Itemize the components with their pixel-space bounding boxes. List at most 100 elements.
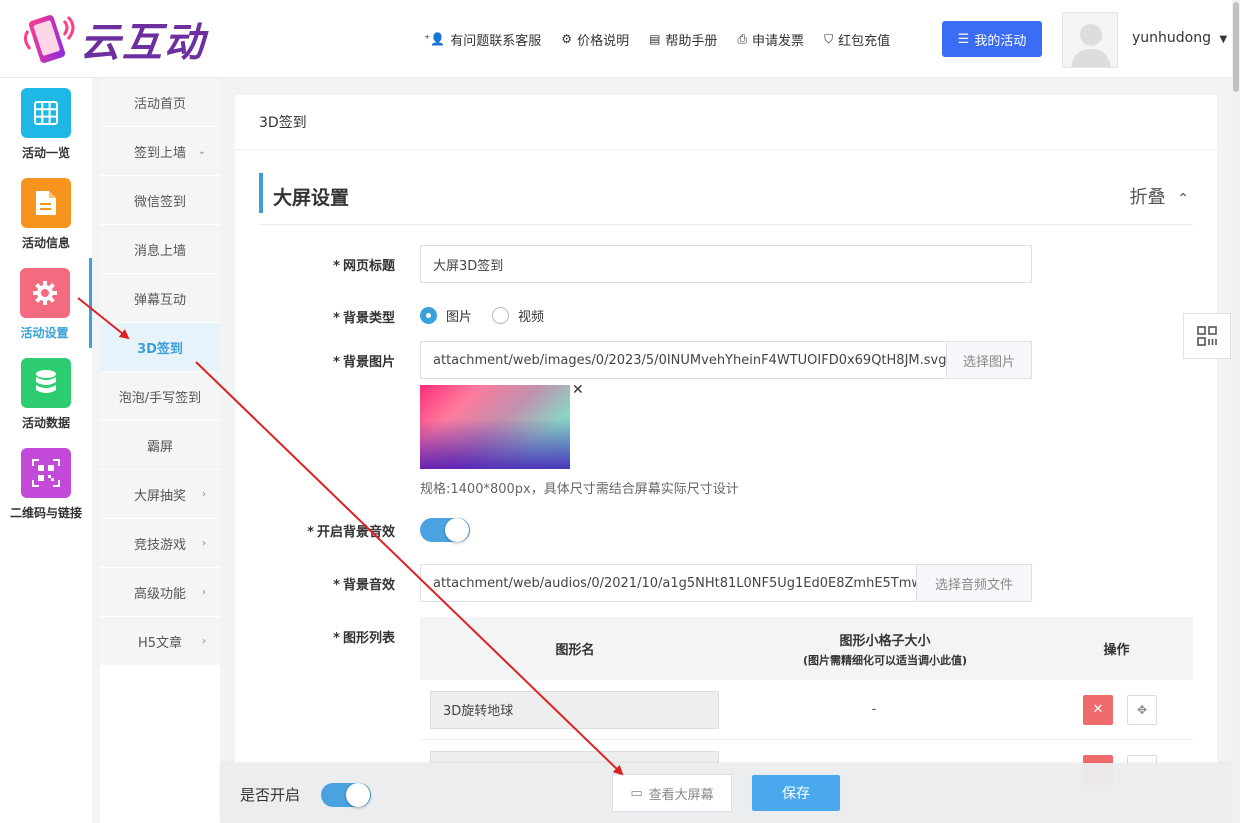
- choose-audio-button[interactable]: 选择音频文件: [917, 564, 1032, 602]
- enable-toggle[interactable]: [321, 783, 371, 807]
- shape-size-value: -: [871, 702, 877, 717]
- page-title-input[interactable]: 大屏3D签到: [420, 245, 1032, 283]
- submenu-lottery[interactable]: 大屏抽奖 ›: [100, 470, 220, 519]
- nav-redpacket-recharge[interactable]: ⛉ 红包充值: [824, 30, 890, 49]
- sidebar-label: 活动设置: [20, 326, 69, 340]
- my-activity-label: 我的活动: [974, 33, 1027, 49]
- top-header: 云互动 ⁺👤 有问题联系客服 ⚙ 价格说明 ▤ 帮助手册 ⎙ 申请发票 ⛉ 红包充值 ☰ …: [0, 0, 1240, 78]
- section-accent-bar: [259, 173, 263, 213]
- avatar[interactable]: [1062, 12, 1118, 68]
- scrollbar-thumb[interactable]: [1233, 2, 1239, 92]
- bg-image-label: * 背景图片: [333, 355, 395, 370]
- gear-icon: ⚙: [561, 32, 573, 46]
- logo-text: 云互动: [80, 20, 206, 66]
- nav-contact-support[interactable]: ⁺👤 有问题联系客服: [424, 30, 541, 49]
- bg-image-preview: [420, 385, 570, 469]
- top-nav: ⁺👤 有问题联系客服 ⚙ 价格说明 ▤ 帮助手册 ⎙ 申请发票 ⛉ 红包充值: [424, 22, 910, 56]
- sidebar-item-activity-settings[interactable]: 活动设置: [0, 258, 92, 348]
- icon-sidebar: 活动一览 活动信息 活动设置 活动数据 二维码与链接: [0, 78, 92, 823]
- submenu-screen-takeover[interactable]: 霸屏: [100, 421, 220, 470]
- logo[interactable]: 云互动: [20, 10, 206, 68]
- submenu-3d-signin[interactable]: 3D签到: [100, 323, 220, 372]
- drag-handle-button[interactable]: ✥: [1127, 694, 1157, 725]
- nav-label: 红包充值: [838, 33, 891, 49]
- sidebar-item-qrcode-links[interactable]: 二维码与链接: [0, 438, 92, 528]
- submenu-bubble-signin[interactable]: 泡泡/手写签到: [100, 372, 220, 421]
- shape-name-input[interactable]: 3D旋转地球: [430, 690, 719, 729]
- database-icon: [21, 358, 71, 408]
- fold-label: 折叠: [1129, 187, 1166, 208]
- username-dropdown[interactable]: yunhudong ▼: [1132, 30, 1227, 46]
- submenu-label: 消息上墙: [133, 243, 186, 259]
- fold-toggle[interactable]: 折叠 ⌃: [1130, 183, 1189, 209]
- radio-dot: [492, 307, 509, 324]
- submenu-label: 高级功能: [133, 586, 186, 602]
- sub-menu: 活动首页 签到上墙 ⌄ 微信签到 消息上墙 弹幕互动 3D签到 泡泡/手写签到 霸…: [100, 78, 220, 823]
- submenu-h5-article[interactable]: H5文章 ›: [100, 617, 220, 666]
- submenu-message-wall[interactable]: 消息上墙: [100, 225, 220, 274]
- sidebar-label: 活动数据: [21, 416, 70, 430]
- main-panel: 3D签到 大屏设置 折叠 ⌃ * 网页标题 大屏3D签到 * 背景类型 图片 视频 …: [235, 95, 1217, 800]
- submenu-label: 签到上墙: [133, 145, 186, 161]
- col-cell-size-title: 图形小格子大小: [839, 633, 931, 649]
- bg-image-hint: 规格:1400*800px，具体尺寸需结合屏幕实际尺寸设计: [420, 482, 739, 497]
- my-activity-button[interactable]: ☰ 我的活动: [942, 21, 1042, 57]
- qrcode-icon: [21, 448, 71, 498]
- close-icon[interactable]: ✕: [572, 382, 584, 398]
- enable-label: 是否开启: [240, 786, 301, 804]
- submenu-games[interactable]: 竞技游戏 ›: [100, 519, 220, 568]
- shield-check-icon: ⛉: [824, 31, 834, 46]
- shape-list-label: * 图形列表: [333, 631, 395, 646]
- floating-qrcode-button[interactable]: [1183, 313, 1231, 359]
- close-icon: ✕: [1092, 702, 1104, 717]
- bg-type-label: * 背景类型: [333, 311, 395, 326]
- bg-image-path-input[interactable]: attachment/web/images/0/2023/5/0INUMvehY…: [420, 341, 947, 379]
- submenu-activity-home[interactable]: 活动首页: [100, 78, 220, 127]
- submenu-wechat-signin[interactable]: 微信签到: [100, 176, 220, 225]
- delete-row-button[interactable]: ✕: [1083, 694, 1113, 725]
- breadcrumb: 3D签到: [235, 95, 1217, 150]
- table-header: 图形名 图形小格子大小 (图片需精细化可以适当调小此值) 操作: [420, 617, 1193, 680]
- submenu-danmaku[interactable]: 弹幕互动: [100, 274, 220, 323]
- bg-sound-toggle-label: * 开启背景音效: [307, 525, 395, 540]
- bg-sound-toggle[interactable]: [420, 518, 470, 542]
- bg-type-image-radio[interactable]: 图片: [420, 306, 472, 325]
- document-icon: [21, 178, 71, 228]
- chevron-down-icon: ⌄: [197, 145, 206, 157]
- sidebar-item-activity-overview[interactable]: 活动一览: [0, 78, 92, 168]
- submenu-label: 微信签到: [133, 194, 186, 210]
- bg-audio-path-input[interactable]: attachment/web/audios/0/2021/10/a1g5NHt8…: [420, 564, 917, 602]
- grid-icon: [21, 88, 71, 138]
- sidebar-item-activity-data[interactable]: 活动数据: [0, 348, 92, 438]
- submenu-advanced[interactable]: 高级功能 ›: [100, 568, 220, 617]
- user-silhouette-icon: [1071, 24, 1111, 67]
- sidebar-label: 活动信息: [21, 236, 70, 250]
- submenu-label: 3D签到: [137, 341, 183, 357]
- section-title: 大屏设置: [273, 187, 350, 209]
- row-ops: ✕ ✥: [1083, 694, 1157, 725]
- nav-invoice[interactable]: ⎙ 申请发票: [737, 30, 804, 49]
- save-button[interactable]: 保存: [752, 775, 840, 811]
- user-plus-icon: ⁺👤: [424, 32, 446, 46]
- caret-down-icon: ▼: [1219, 34, 1228, 45]
- submenu-signin-wall[interactable]: 签到上墙 ⌄: [100, 127, 220, 176]
- nav-label: 申请发票: [752, 33, 805, 49]
- qrcode-icon: [1197, 326, 1217, 346]
- nav-help-manual[interactable]: ▤ 帮助手册: [649, 30, 717, 49]
- nav-label: 价格说明: [577, 33, 630, 49]
- page-scrollbar[interactable]: [1232, 0, 1240, 823]
- view-big-screen-button[interactable]: ▭ 查看大屏幕: [612, 774, 732, 812]
- table-row: 3D旋转地球 - ✕ ✥: [420, 680, 1193, 740]
- col-cell-size: 图形小格子大小 (图片需精细化可以适当调小此值): [730, 617, 1040, 680]
- bottom-action-bar: 是否开启 ▭ 查看大屏幕 保存: [220, 763, 1232, 823]
- bg-type-video-radio[interactable]: 视频: [492, 306, 544, 325]
- col-ops: 操作: [1103, 643, 1130, 658]
- submenu-label: 大屏抽奖: [133, 488, 186, 504]
- choose-image-button[interactable]: 选择图片: [947, 341, 1032, 379]
- submenu-label: 泡泡/手写签到: [118, 390, 202, 406]
- chevron-up-double-icon: ⌃: [1177, 191, 1189, 207]
- nav-pricing[interactable]: ⚙ 价格说明: [561, 30, 629, 49]
- nav-label: 帮助手册: [665, 33, 718, 49]
- sidebar-item-activity-info[interactable]: 活动信息: [0, 168, 92, 258]
- radio-label: 图片: [446, 310, 473, 325]
